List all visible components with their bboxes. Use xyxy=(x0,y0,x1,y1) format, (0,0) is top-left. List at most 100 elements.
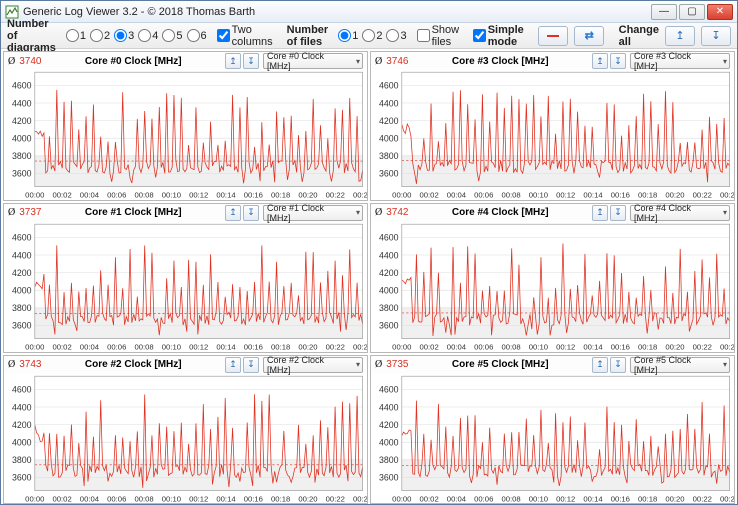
chart-series-combo[interactable]: Core #3 Clock [MHz] xyxy=(630,53,730,69)
toolbar: Number of diagrams 1 2 3 4 5 6 Two colum… xyxy=(1,23,737,49)
svg-text:00:20: 00:20 xyxy=(665,191,684,200)
svg-text:3600: 3600 xyxy=(12,169,32,179)
two-columns-checkbox[interactable] xyxy=(217,29,230,42)
svg-text:4600: 4600 xyxy=(379,384,399,394)
svg-text:00:18: 00:18 xyxy=(638,494,657,503)
chart-panel-3: Ø3742Core #4 Clock [MHz]↥↧Core #4 Clock … xyxy=(370,203,735,353)
chart-up-button[interactable]: ↥ xyxy=(592,205,608,221)
svg-text:00:10: 00:10 xyxy=(162,342,181,351)
svg-text:00:06: 00:06 xyxy=(474,191,493,200)
chart-up-button[interactable]: ↥ xyxy=(225,357,241,373)
chart-down-button[interactable]: ↧ xyxy=(610,205,626,221)
legend-dash-button[interactable] xyxy=(538,26,568,46)
maximize-button[interactable]: ▢ xyxy=(679,4,705,20)
chart-down-button[interactable]: ↧ xyxy=(610,53,626,69)
diagrams-radio-6[interactable] xyxy=(187,29,200,42)
chart-down-button[interactable]: ↧ xyxy=(243,205,259,221)
svg-text:00:14: 00:14 xyxy=(216,191,236,200)
files-radios: 1 2 3 xyxy=(338,29,406,42)
avg-symbol: Ø xyxy=(8,56,15,67)
diagrams-radio-2[interactable] xyxy=(90,29,103,42)
svg-text:00:20: 00:20 xyxy=(298,191,317,200)
svg-text:00:04: 00:04 xyxy=(80,191,100,200)
chart-plot: 36003800400042004400460000:0000:0200:040… xyxy=(371,70,734,200)
files-radio-2[interactable] xyxy=(362,29,375,42)
chart-series-combo[interactable]: Core #1 Clock [MHz] xyxy=(263,205,363,221)
svg-text:00:14: 00:14 xyxy=(583,191,603,200)
chart-up-button[interactable]: ↥ xyxy=(592,53,608,69)
svg-text:00:10: 00:10 xyxy=(529,494,548,503)
diagrams-radio-3[interactable] xyxy=(114,29,127,42)
chart-up-button[interactable]: ↥ xyxy=(225,53,241,69)
svg-text:00:24: 00:24 xyxy=(720,494,734,503)
change-all-up-button[interactable]: ↥ xyxy=(665,26,695,46)
chart-down-button[interactable]: ↧ xyxy=(610,357,626,373)
files-radio-3[interactable] xyxy=(386,29,399,42)
chart-title: Core #3 Clock [MHz] xyxy=(412,56,588,67)
chart-down-button[interactable]: ↧ xyxy=(243,53,259,69)
chart-plot: 36003800400042004400460000:0000:0200:040… xyxy=(371,374,734,504)
chart-series-combo[interactable]: Core #4 Clock [MHz] xyxy=(630,205,730,221)
svg-text:00:08: 00:08 xyxy=(134,191,153,200)
svg-text:00:22: 00:22 xyxy=(693,342,712,351)
svg-text:00:02: 00:02 xyxy=(52,342,71,351)
svg-text:4600: 4600 xyxy=(12,384,32,394)
svg-text:00:12: 00:12 xyxy=(556,342,575,351)
diagrams-radio-4[interactable] xyxy=(138,29,151,42)
svg-text:00:00: 00:00 xyxy=(392,342,411,351)
chart-series-combo[interactable]: Core #0 Clock [MHz] xyxy=(263,53,363,69)
svg-text:3600: 3600 xyxy=(379,320,399,330)
avg-value: 3735 xyxy=(386,359,408,370)
svg-text:3600: 3600 xyxy=(379,169,399,179)
svg-text:00:18: 00:18 xyxy=(271,342,290,351)
diagrams-radio-1[interactable] xyxy=(66,29,79,42)
avg-symbol: Ø xyxy=(375,359,382,370)
svg-text:4400: 4400 xyxy=(12,98,32,108)
swap-button[interactable]: ⇄ xyxy=(574,26,604,46)
svg-text:00:20: 00:20 xyxy=(665,494,684,503)
svg-text:00:10: 00:10 xyxy=(529,191,548,200)
svg-text:00:12: 00:12 xyxy=(556,494,575,503)
titlebar: Generic Log Viewer 3.2 - © 2018 Thomas B… xyxy=(1,1,737,23)
show-files-checkbox[interactable] xyxy=(417,29,430,42)
diagrams-radio-5[interactable] xyxy=(162,29,175,42)
svg-text:00:24: 00:24 xyxy=(353,191,367,200)
svg-text:00:02: 00:02 xyxy=(419,494,438,503)
files-radio-1[interactable] xyxy=(338,29,351,42)
svg-text:00:16: 00:16 xyxy=(244,494,263,503)
simple-mode-checkbox[interactable] xyxy=(473,29,486,42)
svg-text:3800: 3800 xyxy=(379,455,399,465)
minimize-button[interactable]: — xyxy=(651,4,677,20)
svg-text:00:06: 00:06 xyxy=(107,494,126,503)
chart-series-combo[interactable]: Core #2 Clock [MHz] xyxy=(263,357,363,373)
svg-text:4000: 4000 xyxy=(12,133,32,143)
svg-text:00:04: 00:04 xyxy=(80,494,100,503)
chart-series-combo[interactable]: Core #5 Clock [MHz] xyxy=(630,357,730,373)
svg-text:00:18: 00:18 xyxy=(638,191,657,200)
svg-text:00:08: 00:08 xyxy=(501,191,520,200)
svg-text:00:00: 00:00 xyxy=(25,494,44,503)
chart-plot: 36003800400042004400460000:0000:0200:040… xyxy=(4,374,367,504)
svg-text:00:04: 00:04 xyxy=(447,191,467,200)
svg-text:00:16: 00:16 xyxy=(244,342,263,351)
svg-text:3800: 3800 xyxy=(379,151,399,161)
chart-down-button[interactable]: ↧ xyxy=(243,357,259,373)
chart-panel-1: Ø3746Core #3 Clock [MHz]↥↧Core #3 Clock … xyxy=(370,51,735,201)
change-all-label: Change all xyxy=(619,24,659,48)
close-button[interactable]: ✕ xyxy=(707,4,733,20)
svg-text:00:22: 00:22 xyxy=(693,191,712,200)
chart-up-button[interactable]: ↥ xyxy=(225,205,241,221)
svg-text:00:00: 00:00 xyxy=(25,342,44,351)
svg-text:00:04: 00:04 xyxy=(80,342,100,351)
svg-text:4000: 4000 xyxy=(379,437,399,447)
svg-text:4600: 4600 xyxy=(379,232,399,242)
window-title: Generic Log Viewer 3.2 - © 2018 Thomas B… xyxy=(23,6,255,18)
svg-text:4200: 4200 xyxy=(12,116,32,126)
svg-text:4400: 4400 xyxy=(12,250,32,260)
svg-text:00:14: 00:14 xyxy=(583,494,603,503)
change-all-down-button[interactable]: ↧ xyxy=(701,26,731,46)
svg-text:00:08: 00:08 xyxy=(134,494,153,503)
chart-up-button[interactable]: ↥ xyxy=(592,357,608,373)
svg-text:00:08: 00:08 xyxy=(134,342,153,351)
svg-text:00:06: 00:06 xyxy=(474,494,493,503)
